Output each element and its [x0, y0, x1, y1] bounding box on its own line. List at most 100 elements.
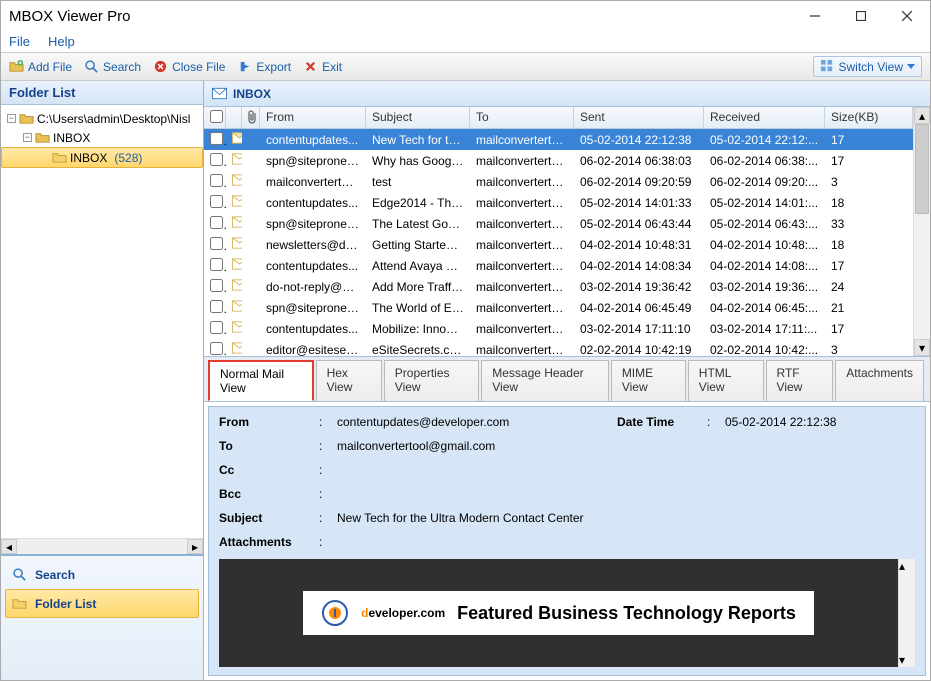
row-checkbox[interactable] [210, 279, 223, 292]
banner-text: Featured Business Technology Reports [457, 603, 796, 624]
scroll-down-icon[interactable]: ▾ [914, 339, 930, 356]
message-row[interactable]: contentupdates...Mobilize: Innovat...mai… [204, 318, 913, 339]
folder-open-icon [19, 111, 34, 126]
col-flag[interactable] [226, 107, 242, 128]
message-row[interactable]: spn@sitepronew...Why has Google ...mailc… [204, 150, 913, 171]
tab-msghdr[interactable]: Message Header View [481, 360, 609, 401]
col-subject[interactable]: Subject [366, 107, 470, 128]
col-to[interactable]: To [470, 107, 574, 128]
cell-size: 17 [825, 130, 913, 150]
lbl-datetime: Date Time [617, 415, 707, 429]
tab-mime[interactable]: MIME View [611, 360, 686, 401]
tab-attachments[interactable]: Attachments [835, 360, 924, 401]
col-check[interactable] [204, 107, 226, 128]
inbox-header: INBOX [204, 81, 930, 107]
row-checkbox[interactable] [210, 153, 223, 166]
cell-size: 17 [825, 256, 913, 276]
row-checkbox[interactable] [210, 216, 223, 229]
scroll-down-icon[interactable]: ▾ [899, 653, 915, 667]
tab-rtf[interactable]: RTF View [766, 360, 834, 401]
cell-received: 02-02-2014 10:42:... [704, 340, 825, 357]
message-row[interactable]: contentupdates...New Tech for the ...mai… [204, 129, 913, 150]
maximize-button[interactable] [838, 1, 884, 31]
cell-to: mailconvertertool... [470, 130, 574, 150]
col-attach[interactable] [242, 107, 260, 128]
sidebar-search-button[interactable]: Search [5, 560, 199, 589]
message-row[interactable]: newsletters@dev...Getting Started ...mai… [204, 234, 913, 255]
row-checkbox[interactable] [210, 258, 223, 271]
export-button[interactable]: Export [237, 59, 291, 74]
folder-icon [52, 150, 67, 165]
cell-size: 17 [825, 319, 913, 339]
cell-from: spn@sitepronew... [260, 298, 366, 318]
row-checkbox[interactable] [210, 174, 223, 187]
message-row[interactable]: do-not-reply@de...Add More Traffic ...ma… [204, 276, 913, 297]
scroll-right-icon[interactable]: ▸ [187, 539, 203, 554]
exit-button[interactable]: Exit [303, 59, 342, 74]
row-checkbox[interactable] [210, 300, 223, 313]
scroll-left-icon[interactable]: ◂ [1, 539, 17, 554]
body-vscroll[interactable]: ▴ ▾ [898, 559, 915, 667]
tab-hex[interactable]: Hex View [316, 360, 382, 401]
close-file-button[interactable]: Close File [153, 59, 225, 74]
cell-from: spn@sitepronew... [260, 151, 366, 171]
val-from: contentupdates@developer.com [337, 415, 617, 429]
tree-inbox-child[interactable]: INBOX (528) [1, 147, 203, 168]
folder-tree: − C:\Users\admin\Desktop\Nisl − INBOX IN… [1, 105, 203, 538]
tab-normal[interactable]: Normal Mail View [208, 360, 314, 401]
minimize-button[interactable] [792, 1, 838, 31]
col-received[interactable]: Received [704, 107, 825, 128]
cell-to: mailconvertertool... [470, 172, 574, 192]
cell-sent: 02-02-2014 10:42:19 [574, 340, 704, 357]
menu-help[interactable]: Help [48, 34, 75, 49]
scroll-thumb[interactable] [915, 124, 929, 214]
collapse-icon[interactable]: − [7, 114, 16, 123]
grid-vscroll[interactable]: ▴ ▾ [913, 107, 930, 356]
cell-from: contentupdates... [260, 256, 366, 276]
message-row[interactable]: contentupdates...Attend Avaya Evo...mail… [204, 255, 913, 276]
switch-view-button[interactable]: Switch View [813, 56, 922, 77]
tab-properties[interactable]: Properties View [384, 360, 479, 401]
envelope-icon [226, 339, 242, 356]
message-grid: From Subject To Sent Received Size(KB) c… [204, 107, 913, 356]
tab-html[interactable]: HTML View [688, 360, 764, 401]
exit-icon [303, 59, 318, 74]
cell-sent: 04-02-2014 06:45:49 [574, 298, 704, 318]
scroll-up-icon[interactable]: ▴ [899, 559, 915, 573]
cell-size: 18 [825, 193, 913, 213]
cell-subject: test [366, 172, 470, 192]
lbl-attachments: Attachments [219, 535, 319, 549]
sidebar-hscroll[interactable]: ◂ ▸ [1, 538, 203, 554]
developer-logo-icon [321, 599, 349, 627]
col-sent[interactable]: Sent [574, 107, 704, 128]
row-checkbox[interactable] [210, 321, 223, 334]
cell-subject: Attend Avaya Evo... [366, 256, 470, 276]
row-checkbox[interactable] [210, 195, 223, 208]
tree-root[interactable]: − C:\Users\admin\Desktop\Nisl [1, 109, 203, 128]
message-row[interactable]: mailconvertertool...testmailconvertertoo… [204, 171, 913, 192]
row-checkbox[interactable] [210, 237, 223, 250]
menu-file[interactable]: File [9, 34, 30, 49]
cell-sent: 03-02-2014 19:36:42 [574, 277, 704, 297]
cell-size: 3 [825, 340, 913, 357]
message-row[interactable]: spn@sitepronew...The World of Eco...mail… [204, 297, 913, 318]
col-size[interactable]: Size(KB) [825, 107, 913, 128]
val-datetime: 05-02-2014 22:12:38 [725, 415, 915, 429]
envelope-icon [226, 171, 242, 192]
add-file-button[interactable]: Add File [9, 59, 72, 74]
val-subject: New Tech for the Ultra Modern Contact Ce… [337, 511, 617, 525]
cell-size: 18 [825, 235, 913, 255]
row-checkbox[interactable] [210, 132, 223, 145]
message-row[interactable]: editor@esitesecr...eSiteSecrets.com ...m… [204, 339, 913, 356]
scroll-up-icon[interactable]: ▴ [914, 107, 930, 124]
close-button[interactable] [884, 1, 930, 31]
message-row[interactable]: spn@sitepronew...The Latest Googl...mail… [204, 213, 913, 234]
message-row[interactable]: contentupdates...Edge2014 - The P...mail… [204, 192, 913, 213]
collapse-icon[interactable]: − [23, 133, 32, 142]
tree-inbox[interactable]: − INBOX [1, 128, 203, 147]
col-from[interactable]: From [260, 107, 366, 128]
search-button[interactable]: Search [84, 59, 141, 74]
row-checkbox[interactable] [210, 342, 223, 355]
chevron-down-icon [907, 64, 915, 70]
sidebar-folderlist-button[interactable]: Folder List [5, 589, 199, 618]
